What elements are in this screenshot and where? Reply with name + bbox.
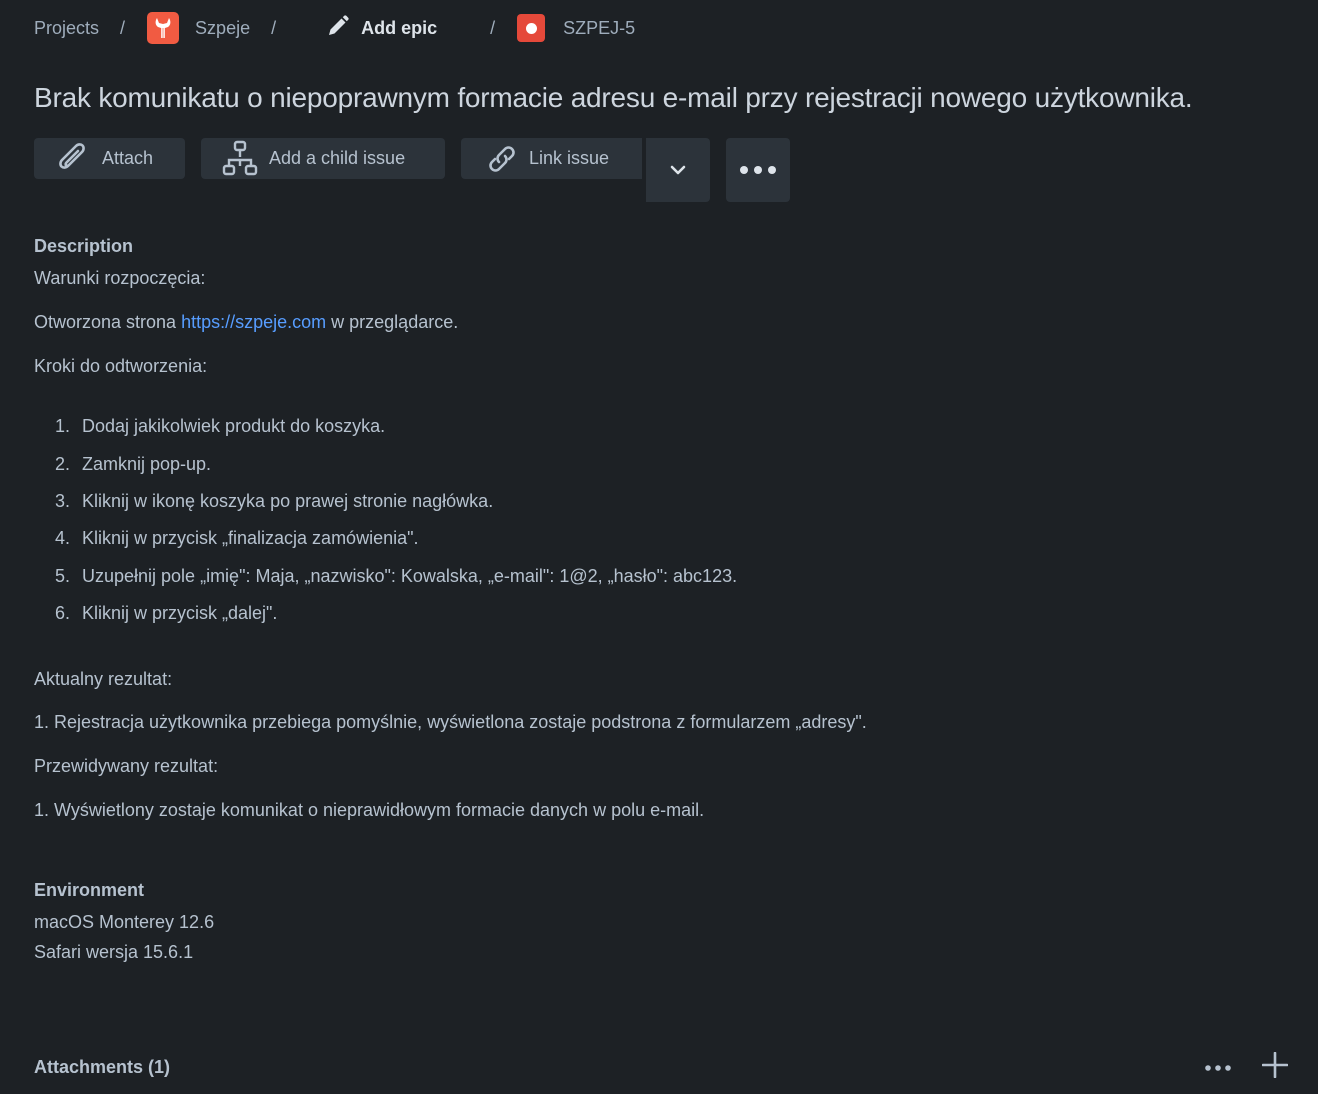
list-item: 1. Dodaj jakikolwiek produkt do koszyka.	[54, 416, 386, 437]
bug-icon	[517, 14, 546, 42]
list-item: 6. Kliknij w przycisk „dalej".	[54, 603, 278, 624]
expected-result-label: Przewidywany rezultat:	[34, 756, 219, 776]
breadcrumb-separator: /	[120, 17, 126, 38]
link-issue-dropdown-button[interactable]	[646, 138, 710, 202]
environment-heading: Environment	[34, 880, 145, 900]
wrench-app-icon	[147, 12, 180, 44]
actual-result-text: 1. Rejestracja użytkownika przebiega pom…	[34, 712, 867, 732]
list-item: 3. Kliknij w ikonę koszyka po prawej stro…	[54, 490, 494, 511]
issue-key: SZPEJ-5	[563, 17, 636, 38]
plus-icon	[1261, 1051, 1289, 1079]
add-attachment-button[interactable]	[1261, 1051, 1289, 1083]
link-issue-button[interactable]: Link issue	[461, 138, 642, 179]
breadcrumb-projects[interactable]: Projects	[34, 18, 99, 39]
list-item: 2. Zamknij pop-up.	[54, 453, 212, 474]
chevron-down-icon	[669, 164, 687, 176]
expected-result-text: 1. Wyświetlony zostaje komunikat o niepr…	[34, 800, 705, 820]
opened-page-line: Otworzona strona https://szpeje.com w pr…	[34, 312, 458, 333]
breadcrumb-project-name: Szpeje	[195, 17, 251, 38]
attach-button[interactable]: Attach	[34, 138, 185, 179]
attach-label: Attach	[102, 148, 154, 168]
description-heading: Description	[34, 236, 134, 256]
hierarchy-icon	[221, 140, 259, 178]
breadcrumb-issue[interactable]: SZPEJ-5	[517, 14, 635, 42]
attachments-more-button[interactable]	[1204, 1059, 1232, 1077]
list-item: 4. Kliknij w przycisk „finalizacja zamówi…	[54, 528, 419, 549]
list-item: 5. Uzupełnij pole „imię": Maja, „nazwisko…	[54, 565, 738, 586]
opened-suffix: w przeglądarce.	[326, 312, 459, 332]
more-icon	[1205, 1064, 1231, 1071]
breadcrumb-project[interactable]: Szpeje	[147, 12, 250, 44]
link-issue-label: Link issue	[529, 148, 610, 168]
attachments-actions	[1204, 1051, 1289, 1083]
breadcrumb-separator: /	[490, 17, 496, 38]
add-epic-label: Add epic	[361, 17, 438, 38]
attachments-heading: Attachments (1)	[34, 1057, 171, 1077]
opened-prefix: Otworzona strona	[34, 312, 182, 332]
more-actions-button[interactable]	[726, 138, 790, 202]
steps-label: Kroki do odtworzenia:	[34, 356, 208, 376]
issue-title[interactable]: Brak komunikatu o niepoprawnym formacie …	[34, 82, 1193, 114]
add-epic-button[interactable]: Add epic	[326, 14, 437, 43]
paperclip-icon	[54, 140, 92, 178]
breadcrumb: Projects / Szpeje / Add epic / SZPEJ-5	[34, 10, 635, 46]
preconditions-label: Warunki rozpoczęcia:	[34, 268, 206, 288]
steps-list: 1. Dodaj jakikolwiek produkt do koszyka. …	[34, 408, 737, 632]
environment-os: macOS Monterey 12.6	[34, 912, 215, 932]
pencil-icon	[326, 14, 350, 43]
breadcrumb-separator: /	[271, 17, 277, 38]
more-icon	[738, 165, 778, 175]
add-child-issue-button[interactable]: Add a child issue	[201, 138, 445, 179]
environment-browser: Safari wersja 15.6.1	[34, 942, 194, 962]
link-icon	[483, 140, 521, 178]
actual-result-label: Aktualny rezultat:	[34, 669, 173, 689]
add-child-issue-label: Add a child issue	[269, 148, 406, 168]
szpeje-link[interactable]: https://szpeje.com	[181, 312, 326, 332]
